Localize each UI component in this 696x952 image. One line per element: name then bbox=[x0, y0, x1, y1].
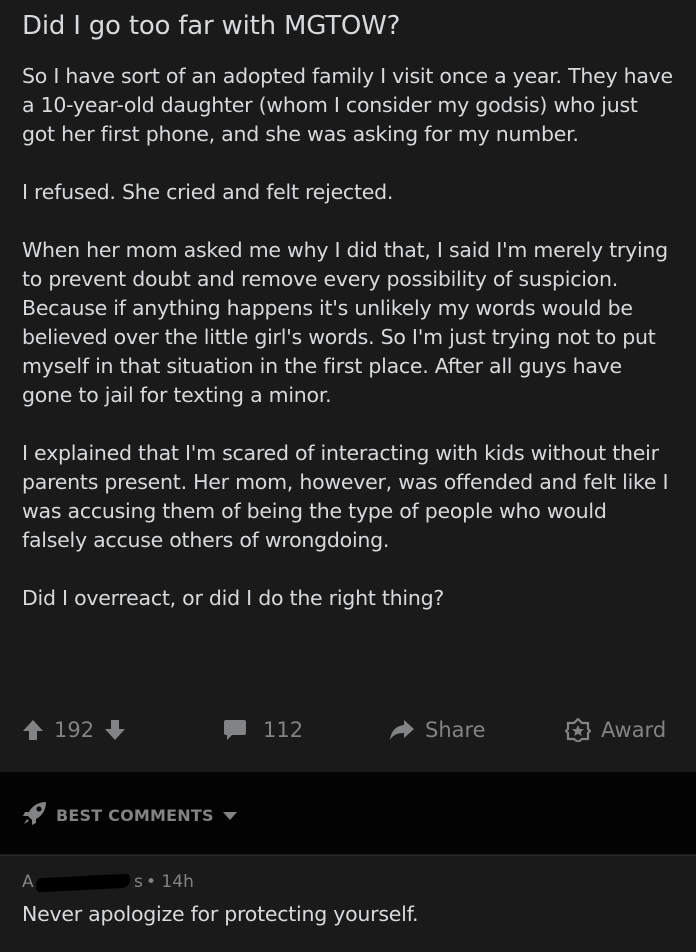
post-title: Did I go too far with MGTOW? bbox=[22, 11, 401, 41]
author-final-letter: s bbox=[134, 872, 143, 892]
comment: A s • 14h Never apologize for protecting… bbox=[0, 855, 696, 952]
share-icon bbox=[389, 719, 415, 741]
comment-age: • 14h bbox=[146, 872, 194, 892]
post-paragraph: Did I overreact, or did I do the right t… bbox=[22, 586, 444, 610]
award-icon bbox=[565, 718, 591, 742]
post-body: So I have sort of an adopted family I vi… bbox=[22, 62, 674, 613]
downvote-icon[interactable] bbox=[104, 718, 126, 742]
vote-score: 192 bbox=[54, 718, 95, 742]
post-card: Did I go too far with MGTOW? So I have s… bbox=[0, 0, 696, 764]
comments-button[interactable]: 112 bbox=[223, 718, 328, 742]
rocket-icon bbox=[22, 800, 48, 830]
post-paragraph: I explained that I'm scared of interacti… bbox=[22, 441, 669, 552]
comment-author-redacted[interactable]: A s bbox=[22, 872, 143, 893]
share-label: Share bbox=[425, 718, 486, 742]
vote-controls: 192 bbox=[22, 718, 148, 742]
post-action-bar: 192 112 Share Award bbox=[22, 708, 682, 752]
caret-down-icon bbox=[222, 806, 238, 825]
author-initial: A bbox=[22, 872, 34, 892]
award-label: Award bbox=[601, 718, 667, 742]
comment-count: 112 bbox=[263, 718, 304, 742]
post-paragraph: I refused. She cried and felt rejected. bbox=[22, 180, 394, 204]
comment-sort-dropdown[interactable]: BEST COMMENTS bbox=[22, 800, 238, 830]
comment-icon bbox=[223, 719, 247, 741]
comment-body: Never apologize for protecting yourself. bbox=[22, 902, 419, 926]
comment-meta: A s • 14h bbox=[22, 870, 674, 894]
post-paragraph: When her mom asked me why I did that, I … bbox=[22, 238, 668, 407]
sort-label: BEST COMMENTS bbox=[56, 805, 214, 825]
upvote-icon[interactable] bbox=[22, 718, 44, 742]
post-paragraph: So I have sort of an adopted family I vi… bbox=[22, 64, 673, 146]
share-button[interactable]: Share bbox=[389, 718, 499, 742]
redaction-mark bbox=[35, 873, 131, 893]
award-button[interactable]: Award bbox=[565, 718, 676, 742]
